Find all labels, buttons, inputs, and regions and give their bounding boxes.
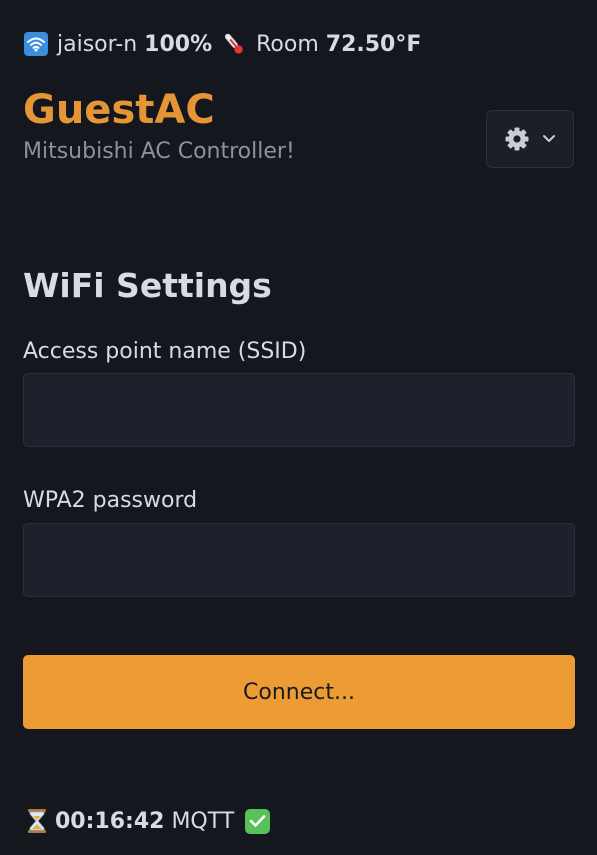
chevron-down-icon (542, 134, 556, 144)
wifi-ssid: jaisor-n (57, 31, 138, 57)
thermometer-icon (223, 31, 245, 57)
ssid-label: Access point name (SSID) (23, 339, 307, 364)
gear-icon (504, 126, 530, 152)
check-mark-icon (245, 808, 271, 834)
password-label: WPA2 password (23, 488, 198, 513)
footer-status: 00:16:42 MQTT (27, 806, 271, 836)
mqtt-label: MQTT (171, 808, 235, 834)
room-temperature: 72.50°F (325, 31, 422, 57)
app-subtitle: Mitsubishi AC Controller! (23, 139, 295, 164)
status-bar: jaisor-n 100% Room 72.50°F (24, 30, 421, 58)
app-title: GuestAC (23, 87, 215, 133)
password-input[interactable] (23, 523, 575, 597)
wifi-signal-icon (24, 32, 48, 56)
ssid-input[interactable] (23, 373, 575, 447)
hourglass-icon (27, 808, 47, 834)
uptime-value: 00:16:42 (55, 808, 165, 834)
wifi-signal-strength: 100% (144, 31, 213, 57)
wifi-settings-heading: WiFi Settings (23, 266, 272, 305)
settings-dropdown-button[interactable] (486, 110, 574, 168)
connect-button[interactable]: Connect... (23, 655, 575, 729)
room-label: Room (256, 31, 319, 57)
